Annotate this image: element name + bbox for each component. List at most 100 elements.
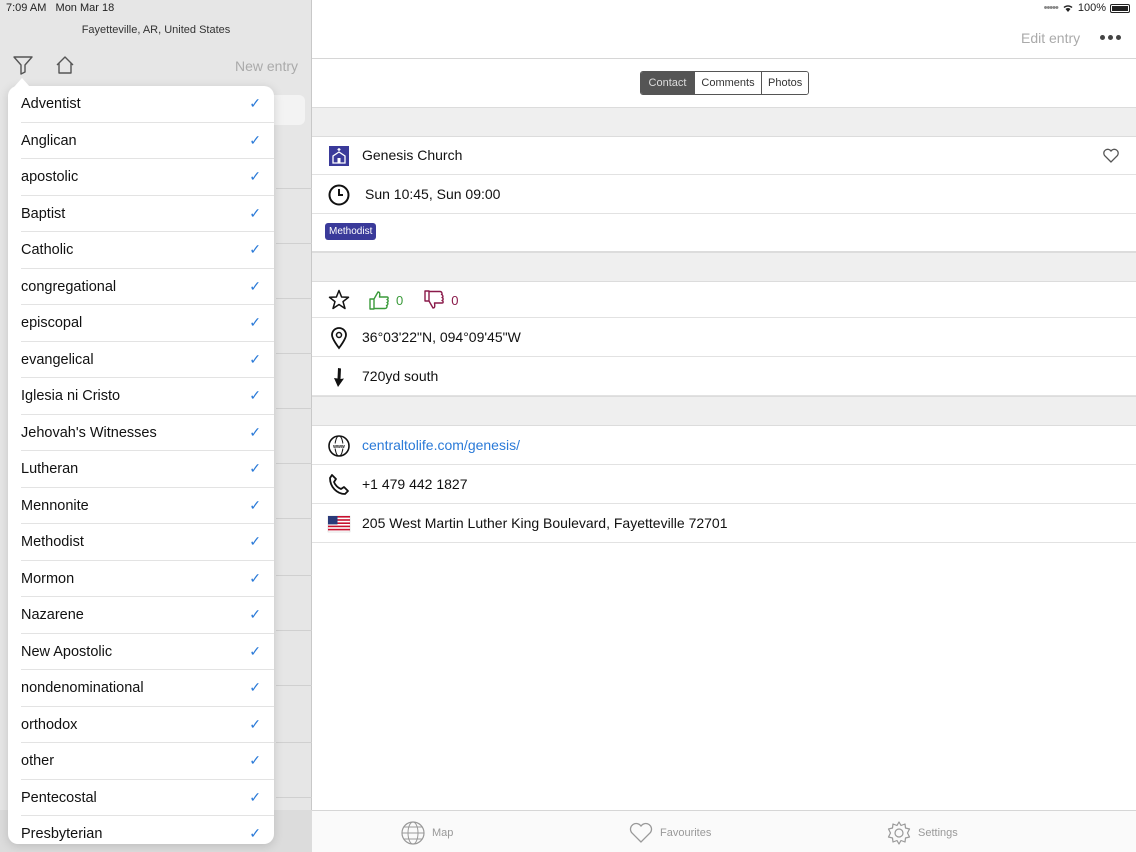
checkmark-icon: ✓ [249,825,261,841]
filter-item[interactable]: apostolic ✓ [8,159,274,196]
filter-item-label: episcopal [21,315,83,331]
popover-arrow [14,78,30,87]
filter-item[interactable]: Adventist ✓ [8,86,274,123]
checkmark-icon: ✓ [249,788,261,805]
filter-item[interactable]: Nazarene ✓ [8,597,274,634]
edit-entry-button[interactable]: Edit entry [1021,30,1080,46]
battery-icon [1110,3,1130,13]
filter-item[interactable]: Mormon ✓ [8,561,274,597]
list-separator [276,243,312,244]
checkmark-icon: ✓ [249,460,261,476]
tab-settings[interactable]: Settings [886,820,958,846]
filter-item[interactable]: Presbyterian ✓ [8,816,274,844]
status-time: 7:09 AM Mon Mar 18 [6,2,115,14]
list-separator [276,797,312,798]
coordinates-row: 36°03'22"N, 094°09'45"W [312,318,1136,357]
header-divider [312,58,1136,59]
tab-favourites[interactable]: Favourites [628,820,711,846]
checkmark-icon: ✓ [249,642,261,659]
coordinates: 36°03'22"N, 094°09'45"W [362,329,521,345]
checkmark-icon: ✓ [249,569,261,586]
location-label: Fayetteville, AR, United States [81,24,231,36]
heart-outline-icon [629,822,653,843]
tab-favourites-label: Favourites [660,827,712,839]
filter-item[interactable]: New Apostolic ✓ [8,634,274,670]
filter-item[interactable]: other ✓ [8,743,274,780]
website-row[interactable]: www centraltolife.com/genesis/ [312,426,1136,465]
filter-item[interactable]: Pentecostal ✓ [8,780,274,816]
new-entry-button[interactable]: New entry [235,58,298,74]
filter-item[interactable]: Jehovah's Witnesses ✓ [8,415,274,451]
filter-item[interactable]: Mennonite ✓ [8,488,274,524]
tab-photos[interactable]: Photos [761,72,808,94]
address: 205 West Martin Luther King Boulevard, F… [362,515,728,531]
tab-comments[interactable]: Comments [694,72,761,94]
filter-item[interactable]: orthodox ✓ [8,707,274,743]
list-separator [276,298,312,299]
list-separator [276,742,312,743]
list-separator [276,575,312,576]
filter-item[interactable]: evangelical ✓ [8,342,274,378]
denomination-badge: Methodist [325,223,377,240]
heart-icon[interactable] [1102,147,1120,165]
filter-item-label: other [21,753,55,769]
filter-item-label: congregational [21,278,117,295]
phone-icon [329,474,349,495]
status-indicators: ••••• 100% [1044,2,1130,14]
checkmark-icon: ✓ [249,387,261,403]
status-bar: 7:09 AM Mon Mar 18 ••••• 100% [0,0,1136,16]
tab-map[interactable]: Map [400,820,453,846]
checkmark-icon: ✓ [249,241,261,257]
list-separator [276,463,312,464]
phone-number[interactable]: +1 479 442 1827 [362,476,468,492]
filter-item-label: Lutheran [21,461,79,477]
checkmark-icon: ✓ [249,350,261,367]
home-icon[interactable] [54,54,76,76]
tab-settings-label: Settings [918,827,958,839]
gear-icon [887,821,911,845]
down-vote-count: 0 [451,292,459,308]
signal-dots-icon: ••••• [1043,2,1059,14]
detail-tabs: Contact Comments Photos [640,71,809,95]
filter-icon[interactable] [12,54,34,76]
filter-item[interactable]: Methodist ✓ [8,524,274,561]
filter-item[interactable]: congregational ✓ [8,269,274,305]
rating-row: 0 0 [312,282,1136,318]
filter-item[interactable]: Catholic ✓ [8,232,274,269]
list-separator [276,685,312,686]
denomination-filter-menu: Adventist ✓ Anglican ✓ apostolic ✓ Baptist ✓ Cat… [8,86,274,844]
more-options-icon[interactable] [1100,35,1121,40]
website-link[interactable]: centraltolife.com/genesis/ [362,437,520,453]
thumbs-down-icon[interactable] [423,289,445,311]
tab-map-label: Map [432,827,454,839]
distance-row: 720yd south [312,357,1136,396]
thumbs-up-icon[interactable] [368,289,390,311]
filter-item[interactable]: nondenominational ✓ [8,670,274,707]
checkmark-icon: ✓ [249,168,261,184]
filter-item-label: evangelical [21,351,94,368]
left-toolbar: New entry [0,50,312,84]
filter-item-label: Catholic [21,242,74,258]
filter-item[interactable]: Iglesia ni Cristo ✓ [8,378,274,415]
location-pin-icon [331,327,347,350]
filter-item[interactable]: Lutheran ✓ [8,451,274,488]
filter-item-label: orthodox [21,716,78,733]
filter-item-label: Pentecostal [21,789,97,806]
clock-icon [328,184,350,206]
checkmark-icon: ✓ [249,277,261,294]
tab-contact[interactable]: Contact [641,72,694,94]
filter-item[interactable]: episcopal ✓ [8,305,274,342]
filter-item-label: Adventist [21,96,81,112]
filter-item[interactable]: Baptist ✓ [8,196,274,232]
filter-item[interactable]: Anglican ✓ [8,123,274,159]
star-icon[interactable] [327,288,351,312]
hours-row: Sun 10:45, Sun 09:00 [312,175,1136,214]
checkmark-icon: ✓ [249,533,261,549]
phone-row[interactable]: +1 479 442 1827 [312,465,1136,504]
globe-icon [401,821,425,845]
list-separator [276,188,312,189]
up-vote-count: 0 [396,292,404,308]
battery-percent: 100% [1077,2,1106,14]
service-hours: Sun 10:45, Sun 09:00 [365,186,501,202]
checkmark-icon: ✓ [249,314,261,330]
